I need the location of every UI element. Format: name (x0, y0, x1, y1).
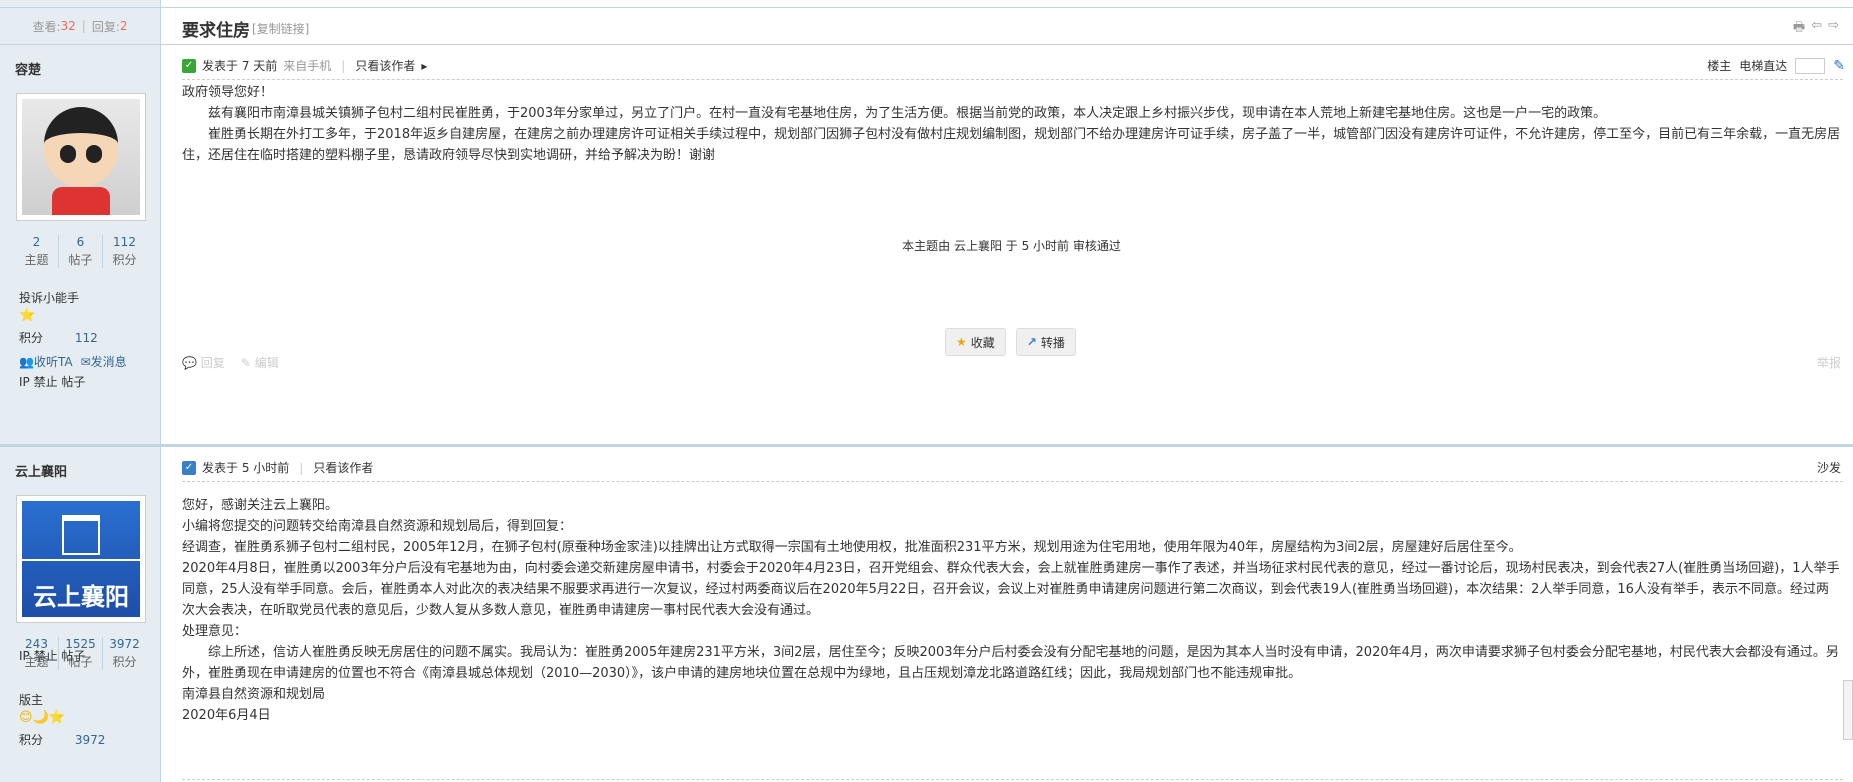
post-action-buttons: ★ 收藏 ↗ 转播 (945, 328, 1076, 356)
user-score: 积分 3972 (19, 731, 105, 748)
share-button[interactable]: ↗ 转播 (1015, 328, 1076, 356)
star-icon: ★ (956, 335, 967, 349)
avatar-water-shape (22, 559, 140, 567)
rank-star-icon: ⭐ (19, 308, 36, 323)
score-label: 积分 (19, 733, 44, 747)
score-value: 112 (74, 331, 98, 345)
message-button[interactable]: ✉发消息 (81, 353, 127, 370)
score-value: 3972 (74, 733, 106, 747)
post-content: 您好，感谢关注云上襄阳。 小编将您提交的问题转交给南漳县自然资源和规划局后，得到… (182, 495, 1841, 726)
post-paragraph: 综上所述，信访人崔胜勇反映无房居住的问题不属实。我局认为：崔胜勇2005年建房2… (182, 645, 1839, 681)
reply-icon: 💬 (182, 356, 197, 370)
post-paragraph: 南漳县自然资源和规划局 (182, 687, 326, 702)
share-icon: ↗ (1026, 335, 1037, 349)
moderation-note: 本主题由 云上襄阳 于 5 小时前 审核通过 (902, 239, 1121, 253)
score-label: 积分 (19, 331, 44, 345)
thread-page: 查看: 32 | 回复: 2 要求住房 [复制链接] 🖶 ⇦ ⇨ 容楚 2 主题… (0, 0, 1853, 782)
views-label: 查看: (32, 19, 61, 34)
user-stats: 2 主题 6 帖子 112 积分 (15, 235, 146, 268)
online-status-icon: ✓ (182, 58, 196, 73)
copy-link[interactable]: [复制链接] (252, 20, 309, 37)
views-count: 32 (60, 19, 76, 33)
post-bottom-divider (182, 779, 1843, 780)
post-content: 政府领导您好！ 兹有襄阳市南漳县城关镇狮子包村二组村民崔胜勇，于2003年分家单… (182, 82, 1841, 166)
thread-header: 查看: 32 | 回复: 2 要求住房 [复制链接] 🖶 ⇦ ⇨ (0, 7, 1853, 45)
user-stat-posts[interactable]: 6 帖子 (59, 235, 103, 268)
post-author[interactable]: 容楚 (15, 59, 41, 78)
meta-separator: | (341, 58, 346, 73)
avatar-body-shape (52, 187, 110, 215)
stats-separator: | (81, 19, 86, 33)
scrollbar-thumb[interactable] (1843, 680, 1853, 740)
post-paragraph: 2020年4月8日，崔胜勇以2003年分户后没有宅基地为由，向村委会递交新建房屋… (182, 561, 1840, 618)
thread-title: 要求住房 (182, 21, 250, 41)
thread-tools: 🖶 ⇦ ⇨ (1793, 18, 1839, 40)
post-2: 云上襄阳 云上襄阳 243 主题 1525 帖子 3972 积分 版主 😊🌙⭐ (0, 447, 1853, 782)
post-1: 容楚 2 主题 6 帖子 112 积分 投诉小能手 ⭐ 积分 112 👥收听TA… (0, 45, 1853, 447)
edit-link[interactable]: ✎ 编辑 (241, 354, 279, 371)
follow-button[interactable]: 👥收听TA (19, 353, 73, 370)
floor-jump-label: 电梯直达 (1739, 59, 1788, 73)
rank-medal-icon: 😊🌙⭐ (19, 710, 65, 725)
post-paragraph: 政府领导您好！ (182, 85, 274, 100)
post-source: 来自手机 (283, 59, 332, 73)
floor-label: 楼主 (1707, 59, 1732, 73)
avatar-logo-text: 云上襄阳 (33, 583, 129, 611)
only-author-link[interactable]: 只看该作者 (313, 459, 373, 476)
user-actions: 👥收听TA ✉发消息 (19, 353, 127, 370)
post-paragraph: 经调查，崔胜勇系狮子包村二组村民，2005年12月，在狮子包村(原蚕种场金家洼)… (182, 540, 1522, 555)
meta-divider (182, 481, 1843, 482)
reply-link[interactable]: 💬 回复 (182, 354, 225, 371)
avatar[interactable]: 云上襄阳 (16, 495, 146, 623)
follow-icon: 👥 (19, 355, 34, 369)
user-stat-credits[interactable]: 112 积分 (103, 235, 146, 268)
post-meta: ✓ 发表于 7 天前 来自手机 | 只看该作者 ▸ (182, 57, 427, 74)
only-author-link[interactable]: 只看该作者 (355, 57, 415, 74)
user-rank: 投诉小能手 (19, 291, 80, 305)
user-score: 积分 112 (19, 329, 98, 346)
print-icon[interactable]: 🖶 (1793, 18, 1805, 40)
avatar-eye-shape (60, 145, 76, 163)
ip-ban-links[interactable]: IP 禁止 帖子 (19, 647, 85, 664)
avatar-tower-shape (62, 515, 100, 555)
post-paragraph: 2020年6月4日 (182, 708, 271, 723)
post-time: 发表于 7 天前 (202, 59, 278, 73)
floor-jump-input[interactable] (1795, 57, 1826, 74)
favorite-button[interactable]: ★ 收藏 (945, 328, 1006, 356)
post-paragraph: 您好，感谢关注云上襄阳。 (182, 498, 339, 513)
post-paragraph: 兹有襄阳市南漳县城关镇狮子包村二组村民崔胜勇，于2003年分家单过，另立了门户。… (208, 106, 1607, 121)
user-stat-topics[interactable]: 2 主题 (15, 235, 59, 268)
floor-label: 沙发 (1816, 461, 1841, 475)
edit-icon: ✎ (240, 356, 251, 370)
post-paragraph: 处理意见： (182, 624, 248, 639)
avatar-head-shape (44, 107, 118, 187)
prev-thread-icon[interactable]: ⇦ (1811, 18, 1822, 40)
post-footer: 💬 回复 ✎ 编辑 (182, 354, 279, 371)
next-thread-icon[interactable]: ⇨ (1828, 18, 1839, 40)
user-rank: 版主 (19, 693, 44, 707)
post-meta: ✓ 发表于 5 小时前 | 只看该作者 (182, 459, 373, 476)
avatar-eye-shape (86, 145, 102, 163)
mail-icon: ✉ (80, 355, 91, 369)
avatar[interactable] (16, 93, 146, 221)
post-time: 发表于 5 小时前 (202, 461, 290, 475)
thread-stats: 查看: 32 | 回复: 2 (0, 8, 161, 44)
replies-count: 2 (119, 19, 128, 33)
avatar-image (22, 99, 140, 215)
jump-go-icon[interactable]: ✎ (1833, 58, 1845, 74)
meta-divider (182, 79, 1843, 80)
ip-ban-links[interactable]: IP 禁止 帖子 (19, 373, 85, 390)
post-paragraph: 小编将您提交的问题转交给南漳县自然资源和规划局后，得到回复： (182, 519, 573, 534)
replies-label: 回复: (91, 19, 120, 34)
post-meta-right: 楼主 电梯直达 ✎ (1707, 57, 1845, 74)
user-stat-credits[interactable]: 3972 积分 (103, 637, 146, 670)
post-paragraph: 崔胜勇长期在外打工多年，于2018年返乡自建房屋，在建房之前办理建房许可证相关手… (182, 127, 1841, 163)
avatar-image: 云上襄阳 (22, 501, 140, 617)
report-link[interactable]: 举报 (1817, 354, 1841, 371)
offline-status-icon: ✓ (182, 460, 196, 475)
meta-separator: | (299, 460, 304, 475)
post-author[interactable]: 云上襄阳 (15, 461, 67, 480)
caret-right-icon: ▸ (421, 58, 428, 73)
